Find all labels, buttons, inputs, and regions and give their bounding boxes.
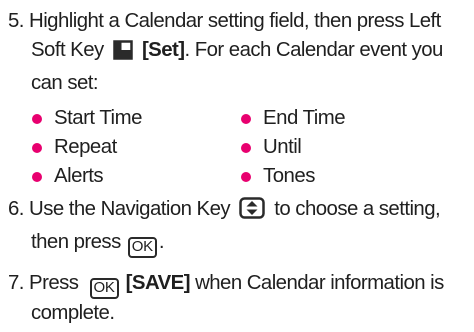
step-6-period: . [158,231,165,253]
options-row: Start Time End Time [32,104,462,133]
bullet-icon [32,113,42,124]
option-label: Start Time [54,107,142,129]
list-item: End Time [241,104,346,133]
ok-key-icon: OK [127,237,157,258]
step-6-line-2-text: then press [31,231,121,253]
bullet-icon [32,171,42,182]
bullet-icon [32,142,42,153]
ok-key-icon: OK [89,278,119,299]
step-5-line-2: Soft Key [Set]. For each Calendar event … [8,36,470,69]
list-item: Repeat [32,133,117,162]
left-soft-key-icon [113,40,133,69]
step-7: 7. Press OK [SAVE] when Calendar informa… [8,269,470,328]
step-6: 6. Use the Navigation Key to choose a se… [8,195,470,258]
option-label: Alerts [54,165,104,187]
step-7-number: 7. [8,272,24,294]
step-6-line-2: then press OK. [8,228,470,258]
step-7-text: Press [29,272,79,294]
step-5-line-2-rest: . For each Calendar event you [184,39,444,61]
options-row: Repeat Until [32,133,462,162]
list-item: Tones [241,162,315,191]
step-7-line-2: complete. [31,302,115,324]
option-label: Tones [263,165,315,187]
step-5-number: 5. [8,10,24,32]
save-key-label: [SAVE] [125,272,191,294]
step-5: 5. Highlight a Calendar setting field, t… [8,7,470,98]
step-6-text: Use the Navigation Key [29,198,231,220]
step-6-number: 6. [8,198,24,220]
step-6-line-1: 6. Use the Navigation Key to choose a se… [8,195,470,228]
list-item: Alerts [32,162,104,191]
option-label: Until [263,136,302,158]
step-7-line-1: 7. Press OK [SAVE] when Calendar informa… [8,269,470,299]
step-7-text-end: when Calendar information is [195,272,444,294]
bullet-icon [241,142,251,153]
list-item: Until [241,133,302,162]
manual-page: 5. Highlight a Calendar setting field, t… [0,0,474,332]
set-key-label: [Set] [141,39,185,61]
bullet-icon [241,113,251,124]
bullet-icon [241,171,251,182]
step-5-line-1: 5. Highlight a Calendar setting field, t… [8,7,470,36]
option-label: End Time [263,107,346,129]
navigation-key-icon [239,197,265,228]
step-5-soft-key-label: Soft Key [31,39,104,61]
options-row: Alerts Tones [32,162,462,191]
step-6-text-end: to choose a setting, [274,198,441,220]
step-5-line-3: can set: [31,72,99,94]
list-item: Start Time [32,104,142,133]
option-label: Repeat [54,136,117,158]
step-5-text: Highlight a Calendar setting field, then… [29,10,441,32]
calendar-options-list: Start Time End Time Repeat Until Alerts [32,104,462,191]
